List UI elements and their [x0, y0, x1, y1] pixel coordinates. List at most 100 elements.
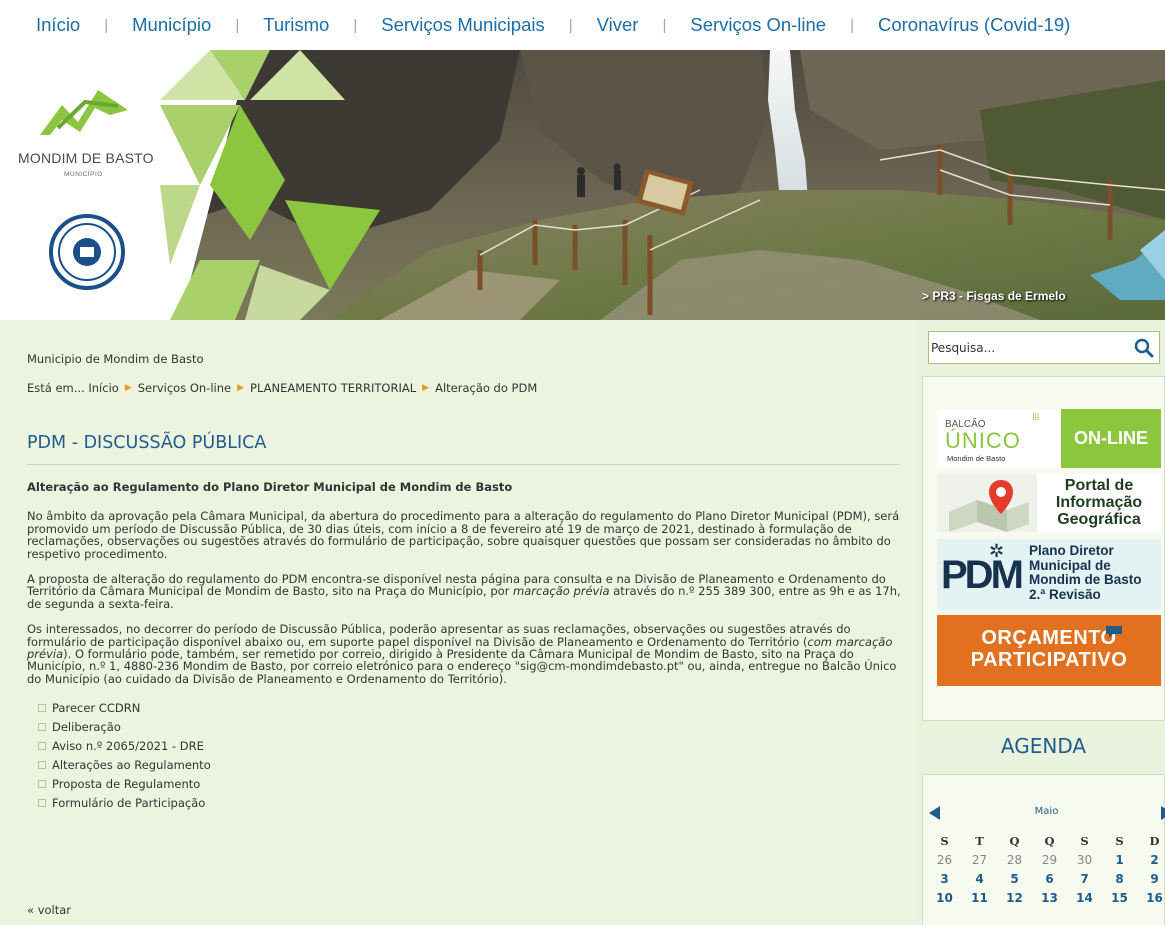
calendar-day[interactable]: 10: [927, 891, 962, 905]
document-link-parecer[interactable]: Parecer CCDRN: [52, 701, 140, 714]
document-link-proposta[interactable]: Proposta de Regulamento: [52, 777, 200, 790]
banner-caption: > PR3 - Fisgas de Ermelo: [922, 289, 1066, 303]
breadcrumb-item-planeamento[interactable]: PLANEAMENTO TERRITORIAL: [250, 381, 416, 395]
list-item: Alterações ao Regulamento: [38, 755, 902, 774]
document-list: Parecer CCDRN Deliberação Aviso n.º 2065…: [38, 698, 902, 812]
weekday-label: T: [975, 833, 984, 848]
dots-icon: ⁞⁞⁞: [1032, 412, 1039, 423]
breadcrumb-arrow-icon: ▶: [237, 383, 245, 393]
calendar-day[interactable]: 5: [997, 872, 1032, 886]
page-title: PDM - DISCUSSÃO PÚBLICA: [27, 433, 267, 453]
bullet-icon: [38, 703, 46, 712]
calendar-month: Maio: [1034, 806, 1059, 817]
search-input[interactable]: [929, 332, 1129, 363]
search-icon[interactable]: [1133, 337, 1155, 359]
balcao-unico-banner[interactable]: BALCÃO ÚNICO Mondim de Basto ⁞⁞⁞ ON-LINE: [937, 409, 1161, 468]
list-item: Proposta de Regulamento: [38, 774, 902, 793]
nav-item-coronavirus[interactable]: Coronavírus (Covid-19): [878, 14, 1070, 36]
article-paragraph-2: A proposta de alteração do regulamento d…: [27, 573, 902, 610]
logo-subtitle: MUNICÍPIO: [64, 171, 103, 178]
portal-geografico-banner[interactable]: Portal de Informação Geográfica: [937, 474, 1161, 532]
orcamento-line2: PARTICIPATIVO: [970, 649, 1128, 671]
pdm-logo: PDM: [941, 553, 1024, 597]
site-name: Municipio de Mondim de Basto: [27, 352, 204, 366]
weekday-label: S: [1115, 833, 1124, 848]
calendar-day[interactable]: 8: [1102, 872, 1137, 886]
document-link-deliberacao[interactable]: Deliberação: [52, 720, 121, 733]
municipality-logo[interactable]: MONDIM DE BASTO MUNICÍPIO: [0, 50, 170, 320]
article-paragraph-3: Os interessados, no decorrer do período …: [27, 623, 902, 685]
portal-line2: Informação: [1055, 494, 1143, 511]
calendar-day[interactable]: 29: [1032, 853, 1067, 867]
nav-item-viver[interactable]: Viver: [597, 14, 639, 36]
portal-line1: Portal de: [1064, 477, 1134, 494]
breadcrumb: Está em... Início ▶ Serviços On-line ▶ P…: [27, 381, 537, 395]
calendar-day[interactable]: 15: [1102, 891, 1137, 905]
orcamento-line1: ORÇAMENTO: [981, 627, 1117, 649]
bullet-icon: [38, 741, 46, 750]
calendar-day[interactable]: 2: [1137, 853, 1165, 867]
weekday-label: S: [940, 833, 949, 848]
next-month-icon[interactable]: [1161, 806, 1165, 820]
map-pin-icon: [937, 474, 1037, 532]
document-link-alteracoes[interactable]: Alterações ao Regulamento: [52, 758, 211, 771]
article-body: Alteração ao Regulamento do Plano Direto…: [27, 481, 902, 812]
weekday-label: Q: [1044, 833, 1055, 848]
nav-separator: |: [353, 16, 358, 34]
calendar-day[interactable]: 13: [1032, 891, 1067, 905]
calendar-day[interactable]: 9: [1137, 872, 1165, 886]
article-paragraph-1: No âmbito da aprovação pela Câmara Munic…: [27, 509, 900, 561]
balcao-cta: ON-LINE: [1074, 428, 1148, 448]
calendar-day[interactable]: 12: [997, 891, 1032, 905]
balcao-line2: ÚNICO: [945, 428, 1021, 453]
agenda-calendar: Maio S T Q Q S S D 26 27 28 29 30 1 2 3 4 5 6 7 8 9 10…: [922, 774, 1165, 925]
calendar-day[interactable]: 11: [962, 891, 997, 905]
calendar-day[interactable]: 28: [997, 853, 1032, 867]
nav-separator: |: [235, 16, 240, 34]
main-content: Municipio de Mondim de Basto Está em... …: [0, 320, 916, 925]
banner-photo: [0, 50, 1165, 320]
orcamento-participativo-banner[interactable]: ORÇAMENTO PARTICIPATIVO: [937, 615, 1161, 686]
document-link-aviso[interactable]: Aviso n.º 2065/2021 - DRE: [52, 739, 204, 752]
breadcrumb-prefix: Está em...: [27, 381, 85, 395]
pdm-text: Plano Diretor Municipal de Mondim de Bas…: [1029, 543, 1142, 602]
calendar-week: 26 27 28 29 30 1 2: [927, 850, 1165, 869]
calendar-day[interactable]: 14: [1067, 891, 1102, 905]
top-navigation: Início | Município | Turismo | Serviços …: [0, 0, 1165, 50]
calendar-weekdays: S T Q Q S S D: [927, 831, 1165, 850]
nav-item-servicos-municipais[interactable]: Serviços Municipais: [381, 14, 544, 36]
calendar-day[interactable]: 26: [927, 853, 962, 867]
logo-title: MONDIM DE BASTO: [18, 150, 154, 166]
bullet-icon: [38, 760, 46, 769]
calendar-day[interactable]: 7: [1067, 872, 1102, 886]
calendar-day[interactable]: 27: [962, 853, 997, 867]
nav-item-turismo[interactable]: Turismo: [263, 14, 329, 36]
calendar-day[interactable]: 6: [1032, 872, 1067, 886]
calendar-day[interactable]: 3: [927, 872, 962, 886]
bullet-icon: [38, 798, 46, 807]
balcao-logo-block: BALCÃO ÚNICO Mondim de Basto ⁞⁞⁞: [937, 409, 1061, 468]
calendar-day[interactable]: 4: [962, 872, 997, 886]
weekday-label: S: [1080, 833, 1089, 848]
list-item: Aviso n.º 2065/2021 - DRE: [38, 736, 902, 755]
weekday-label: Q: [1009, 833, 1020, 848]
pdm-banner[interactable]: PDM ✲ Plano Diretor Municipal de Mondim …: [937, 539, 1161, 610]
sidebar: BALCÃO ÚNICO Mondim de Basto ⁞⁞⁞ ON-LINE…: [916, 320, 1165, 925]
calendar-day[interactable]: 16: [1137, 891, 1165, 905]
nav-separator: |: [850, 16, 854, 34]
pdm-line4: 2.ª Revisão: [1029, 586, 1101, 602]
bullet-icon: [38, 779, 46, 788]
orcamento-text: ORÇAMENTO PARTICIPATIVO: [937, 627, 1161, 671]
calendar-day[interactable]: 1: [1102, 853, 1137, 867]
services-panel: BALCÃO ÚNICO Mondim de Basto ⁞⁞⁞ ON-LINE…: [922, 376, 1165, 721]
header-banner: MONDIM DE BASTO MUNICÍPIO > PR3 - Fisgas…: [0, 50, 1165, 320]
nav-item-servicos-online[interactable]: Serviços On-line: [690, 14, 826, 36]
calendar-day[interactable]: 30: [1067, 853, 1102, 867]
breadcrumb-item-servicos-online[interactable]: Serviços On-line: [138, 381, 231, 395]
list-item: Deliberação: [38, 717, 902, 736]
nav-item-inicio[interactable]: Início: [36, 14, 80, 36]
document-link-formulario[interactable]: Formulário de Participação: [52, 796, 205, 809]
back-link[interactable]: « voltar: [27, 903, 71, 917]
breadcrumb-item-inicio[interactable]: Início: [88, 381, 118, 395]
nav-item-municipio[interactable]: Município: [132, 14, 211, 36]
